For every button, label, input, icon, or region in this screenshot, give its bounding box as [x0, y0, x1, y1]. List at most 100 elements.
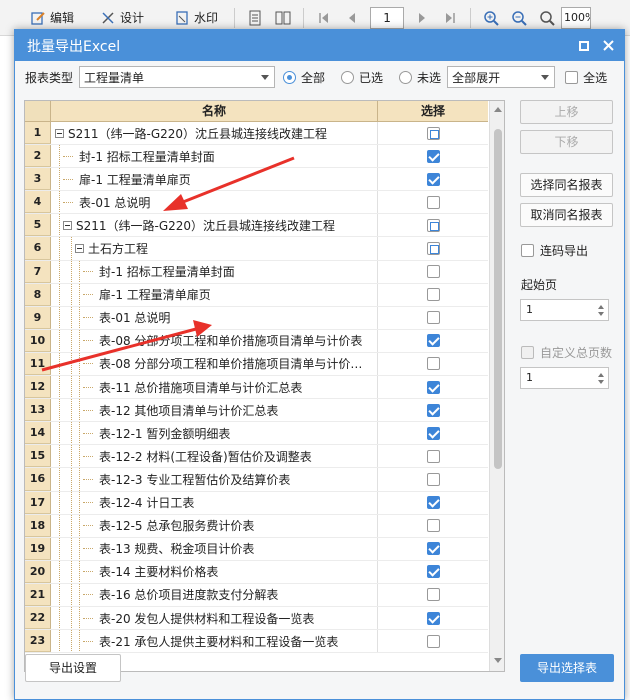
watermark-button[interactable]: 水印 [168, 4, 224, 32]
table-row[interactable]: 1 S211（纬一路-G220）沈丘县城连接线改建工程 [25, 122, 488, 146]
row-checkbox[interactable] [426, 218, 440, 232]
row-name: 表-01 总说明 [79, 195, 151, 210]
row-checkbox[interactable] [426, 149, 440, 163]
table-row[interactable]: 7 封-1 招标工程量清单封面 [25, 260, 488, 284]
row-checkbox[interactable] [426, 357, 440, 371]
edit-button[interactable]: 编辑 [24, 4, 80, 32]
row-checkbox[interactable] [426, 565, 440, 579]
zoom-fit-button[interactable] [533, 4, 561, 32]
dialog-title-bar[interactable]: 批量导出Excel [15, 30, 624, 61]
tree-branch [63, 178, 73, 180]
row-checkbox[interactable] [426, 242, 440, 256]
scroll-down-icon[interactable] [494, 658, 502, 663]
collapse-icon[interactable] [55, 128, 64, 138]
table-row[interactable]: 17 表-12-4 计日工表 [25, 491, 488, 515]
table-row[interactable]: 19 表-13 规费、税金项目计价表 [25, 537, 488, 561]
zoom-level-input[interactable]: 100% [561, 6, 592, 29]
spin-up-icon[interactable] [598, 305, 604, 309]
page-view-button[interactable] [241, 4, 269, 32]
row-checkbox[interactable] [426, 634, 440, 648]
table-row[interactable]: 4 表-01 总说明 [25, 191, 488, 215]
collapse-icon[interactable] [63, 220, 72, 230]
maximize-button[interactable] [572, 34, 596, 58]
table-row[interactable]: 21 表-16 总价项目进度款支付分解表 [25, 583, 488, 607]
expand-select[interactable]: 全部展开 [447, 66, 556, 88]
radio-unselected[interactable]: 未选 [399, 69, 441, 86]
table-row[interactable]: 3 扉-1 工程量清单扉页 [25, 168, 488, 192]
row-name: 表-21 承包人提供主要材料和工程设备一览表 [99, 634, 339, 649]
report-type-select[interactable]: 工程量清单 [79, 66, 276, 88]
row-checkbox[interactable] [426, 311, 440, 325]
row-checkbox[interactable] [426, 380, 440, 394]
table-row[interactable]: 16 表-12-3 专业工程暂估价及结算价表 [25, 468, 488, 492]
two-page-button[interactable] [269, 4, 297, 32]
row-checkbox[interactable] [426, 588, 440, 602]
row-checkbox[interactable] [426, 172, 440, 186]
spin-down-icon[interactable] [598, 312, 604, 316]
table-row[interactable]: 10 表-08 分部分项工程和单价措施项目清单与计价表 [25, 329, 488, 353]
row-checkbox[interactable] [426, 449, 440, 463]
table-row[interactable]: 15 表-12-2 材料(工程设备)暂估价及调整表 [25, 445, 488, 469]
row-checkbox[interactable] [426, 334, 440, 348]
row-checkbox[interactable] [426, 426, 440, 440]
export-selected-button[interactable]: 导出选择表 [520, 654, 614, 682]
radio-all[interactable]: 全部 [283, 69, 325, 86]
tree-branch [83, 571, 93, 573]
zoom-in-button[interactable] [477, 4, 505, 32]
row-checkbox[interactable] [426, 195, 440, 209]
spin-up-icon[interactable] [598, 373, 604, 377]
table-row[interactable]: 14 表-12-1 暂列金额明细表 [25, 422, 488, 446]
next-page-button[interactable] [408, 4, 436, 32]
watermark-label: 水印 [194, 11, 219, 25]
collapse-icon[interactable] [75, 244, 84, 254]
table-row[interactable]: 22 表-20 发包人提供材料和工程设备一览表 [25, 606, 488, 631]
spin-down-icon[interactable] [598, 380, 604, 384]
radio-selected[interactable]: 已选 [341, 69, 383, 86]
table-row[interactable]: 5 S211（纬一路-G220）沈丘县城连接线改建工程 [25, 214, 488, 238]
design-button[interactable]: 设计 [94, 4, 150, 32]
start-page-spinner[interactable]: 1 [520, 299, 609, 321]
prev-page-button[interactable] [338, 4, 366, 32]
row-checkbox[interactable] [426, 288, 440, 302]
table-row[interactable]: 11 表-08 分部分项工程和单价措施项目清单与计价… [25, 352, 488, 377]
custom-total-pages-spinner[interactable]: 1 [520, 367, 609, 389]
table-row[interactable]: 13 表-12 其他项目清单与计价汇总表 [25, 399, 488, 423]
tree-line [59, 422, 60, 445]
move-down-button[interactable]: 下移 [520, 130, 613, 154]
table-row[interactable]: 18 表-12-5 总承包服务费计价表 [25, 514, 488, 538]
table-row[interactable]: 23 表-21 承包人提供主要材料和工程设备一览表 [25, 630, 488, 654]
vertical-scrollbar[interactable] [489, 101, 504, 671]
tree-line [59, 191, 60, 214]
custom-total-pages-checkbox[interactable]: 自定义总页数 [521, 344, 612, 361]
export-settings-button[interactable]: 导出设置 [25, 654, 121, 682]
table-row[interactable]: 2 封-1 招标工程量清单封面 [25, 145, 488, 169]
zoom-out-button[interactable] [505, 4, 533, 32]
page-number-input[interactable]: 1 [370, 6, 405, 29]
row-checkbox[interactable] [426, 519, 440, 533]
header-name: 名称 [51, 101, 378, 121]
row-checkbox[interactable] [426, 472, 440, 486]
close-button[interactable] [596, 34, 620, 58]
table-row[interactable]: 6 土石方工程 [25, 237, 488, 261]
row-checkbox[interactable] [426, 265, 440, 279]
tree-line [59, 445, 60, 468]
first-page-button[interactable] [310, 4, 338, 32]
row-checkbox[interactable] [426, 611, 440, 625]
scroll-thumb[interactable] [494, 129, 502, 469]
cancel-same-name-button[interactable]: 取消同名报表 [520, 203, 613, 227]
table-row[interactable]: 20 表-14 主要材料价格表 [25, 560, 488, 584]
table-row[interactable]: 9 表-01 总说明 [25, 306, 488, 330]
select-same-name-button[interactable]: 选择同名报表 [520, 173, 613, 197]
table-row[interactable]: 8 扉-1 工程量清单扉页 [25, 283, 488, 307]
row-checkbox[interactable] [426, 403, 440, 417]
last-page-button[interactable] [436, 4, 464, 32]
row-name-cell: 表-12-3 专业工程暂估价及结算价表 [51, 468, 378, 491]
table-row[interactable]: 12 表-11 总价措施项目清单与计价汇总表 [25, 376, 488, 400]
select-all-checkbox[interactable]: 全选 [565, 69, 607, 86]
row-checkbox[interactable] [426, 542, 440, 556]
row-checkbox[interactable] [426, 126, 440, 140]
scroll-up-icon[interactable] [494, 107, 502, 112]
continuous-export-checkbox[interactable]: 连码导出 [521, 242, 588, 259]
move-up-button[interactable]: 上移 [520, 100, 613, 124]
row-checkbox[interactable] [426, 496, 440, 510]
